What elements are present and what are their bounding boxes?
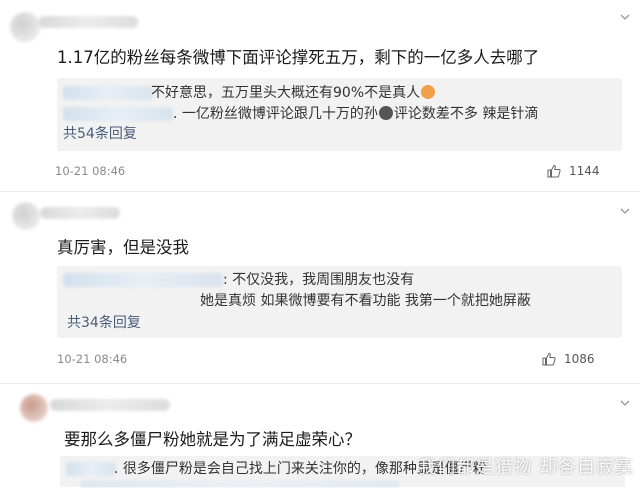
- reply-username-blurred[interactable]: [63, 273, 223, 287]
- face-emoji-icon: [378, 106, 393, 120]
- like-button[interactable]: 1144: [547, 164, 600, 178]
- like-button[interactable]: 1086: [542, 352, 595, 366]
- more-replies-link[interactable]: 共54条回复: [63, 123, 137, 143]
- reply-box: : 不仅没我，我周围朋友也没有 她是真烦 如果微博要有不看功能 我第一个就把她屏…: [57, 266, 622, 338]
- like-count: 1144: [569, 164, 600, 178]
- watermark: 我们都是猎物 却各自寂寞: [418, 457, 634, 478]
- more-replies-link[interactable]: 共34条回复: [67, 312, 141, 332]
- reply-text: 她是真烦 如果微博要有不看功能 我第一个就把她屏蔽: [200, 293, 531, 309]
- reply-text: : 不仅没我，我周围朋友也没有: [223, 272, 415, 288]
- thumbs-up-icon: [542, 352, 556, 366]
- timestamp: 10-21 08:46: [55, 164, 126, 178]
- comment-text: 要那么多僵尸粉她就是为了满足虚荣心？: [64, 430, 361, 449]
- reply-text: 不好意思，五万里头大概还有90%不是真人: [151, 82, 436, 102]
- reply-username-blurred[interactable]: [66, 462, 116, 476]
- username-blurred[interactable]: [38, 16, 138, 28]
- username-blurred[interactable]: [40, 207, 120, 219]
- chevron-down-icon[interactable]: [620, 206, 630, 216]
- reply-box: 不好意思，五万里头大概还有90%不是真人 . 一亿粉丝微博评论跟几十万的孙 评论数…: [57, 78, 622, 151]
- chevron-down-icon[interactable]: [620, 12, 630, 22]
- chevron-down-icon[interactable]: [620, 398, 630, 408]
- comment-1: 1.17亿的粉丝每条微博下面评论撑死五万，剩下的一亿多人去哪了 不好意思，五万里…: [0, 0, 640, 198]
- comment-text: 1.17亿的粉丝每条微博下面评论撑死五万，剩下的一亿多人去哪了: [57, 48, 540, 67]
- avatar[interactable]: [20, 394, 48, 422]
- face-emoji-icon: [421, 85, 436, 99]
- thumbs-up-icon: [547, 164, 561, 178]
- like-count: 1086: [564, 352, 595, 366]
- comment-text: 真厉害，但是没我: [57, 238, 189, 257]
- reply-username-blurred[interactable]: [63, 107, 173, 121]
- avatar[interactable]: [12, 202, 40, 230]
- avatar[interactable]: [10, 12, 40, 42]
- username-blurred[interactable]: [50, 399, 170, 411]
- timestamp: 10-21 08:46: [57, 352, 128, 366]
- reply-text: . 一亿粉丝微博评论跟几十万的孙 评论数差不多 辣是针滴: [173, 106, 539, 122]
- reply-username-blurred[interactable]: [63, 86, 153, 100]
- comment-2: 真厉害，但是没我 : 不仅没我，我周围朋友也没有 她是真烦 如果微博要有不看功能…: [0, 192, 640, 382]
